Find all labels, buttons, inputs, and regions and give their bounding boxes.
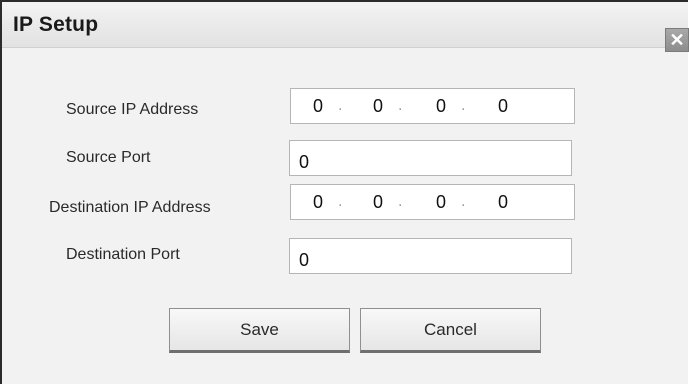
- ip-separator: .: [398, 193, 403, 210]
- close-icon: ✕: [669, 30, 685, 50]
- source-ip-input[interactable]: 0 . 0 . 0 . 0: [290, 88, 575, 124]
- source-ip-octet-3[interactable]: 0: [429, 96, 453, 117]
- source-ip-octet-4[interactable]: 0: [491, 96, 515, 117]
- ip-separator: .: [398, 97, 403, 114]
- ip-separator: .: [461, 193, 466, 210]
- destination-port-label: Destination Port: [66, 246, 180, 263]
- save-button[interactable]: Save: [169, 308, 350, 353]
- destination-ip-octet-3[interactable]: 0: [429, 192, 453, 213]
- source-ip-octet-2[interactable]: 0: [366, 96, 390, 117]
- source-ip-label: Source IP Address: [66, 101, 199, 118]
- ip-separator: .: [338, 193, 343, 210]
- destination-ip-octet-1[interactable]: 0: [306, 192, 330, 213]
- source-port-label: Source Port: [66, 149, 151, 166]
- destination-port-input[interactable]: [289, 238, 572, 274]
- ip-separator: .: [461, 97, 466, 114]
- source-ip-octet-1[interactable]: 0: [306, 96, 330, 117]
- destination-ip-input[interactable]: 0 . 0 . 0 . 0: [290, 184, 575, 220]
- destination-ip-octet-2[interactable]: 0: [366, 192, 390, 213]
- close-button[interactable]: ✕: [665, 28, 689, 52]
- destination-ip-label: Destination IP Address: [49, 199, 211, 216]
- dialog-title: IP Setup: [13, 13, 99, 36]
- source-port-input[interactable]: [289, 140, 572, 176]
- cancel-button[interactable]: Cancel: [360, 308, 541, 353]
- dialog-titlebar: IP Setup: [2, 2, 688, 48]
- ip-separator: .: [338, 97, 343, 114]
- ip-setup-dialog: IP Setup ✕ Source IP Address 0 . 0 . 0 .…: [0, 0, 689, 384]
- destination-ip-octet-4[interactable]: 0: [491, 192, 515, 213]
